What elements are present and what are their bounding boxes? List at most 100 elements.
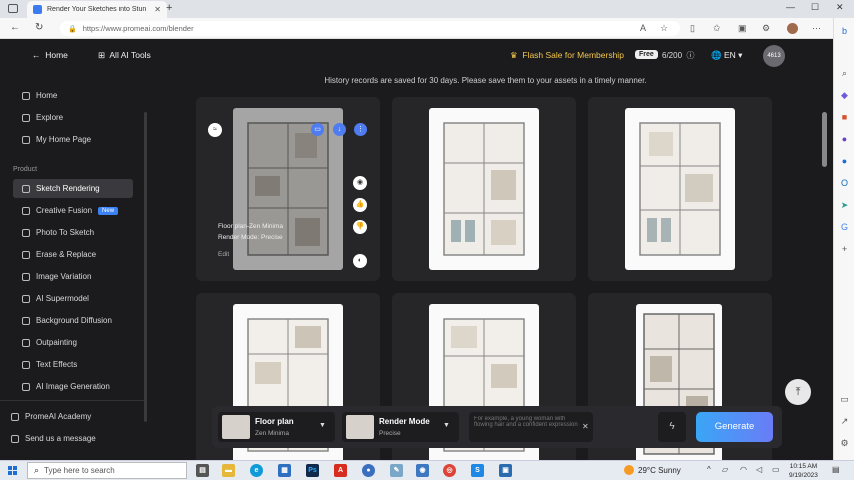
weather-text: 29°C Sunny	[638, 465, 681, 475]
language-selector[interactable]: 🌐 EN ▾	[711, 50, 742, 61]
notifications-icon[interactable]: ▤	[832, 465, 840, 474]
telegram-icon[interactable]: ➤	[839, 200, 850, 211]
weather-widget[interactable]: 29°C Sunny	[624, 465, 681, 475]
chrome-icon[interactable]: ◎	[443, 464, 456, 477]
folder-icon[interactable]: ▭	[311, 123, 324, 136]
generate-button[interactable]: Generate	[696, 412, 773, 442]
sidebar-item-my-home-page[interactable]: My Home Page	[13, 130, 133, 149]
minimize-icon[interactable]: —	[786, 2, 795, 12]
more-options-icon[interactable]: ⋮	[354, 123, 367, 136]
tab-actions-icon[interactable]	[8, 4, 18, 13]
sidebar-item-background-diffusion[interactable]: Background Diffusion	[13, 311, 133, 330]
user-avatar[interactable]: 4613	[763, 45, 785, 67]
bing-icon[interactable]: b	[839, 26, 850, 37]
view-eye-icon[interactable]: ◉	[353, 176, 367, 190]
windows-start-icon[interactable]	[8, 466, 18, 476]
flash-sale-link[interactable]: ♛ Flash Sale for Membership	[510, 50, 624, 61]
battery-icon[interactable]: ▭	[772, 465, 780, 474]
result-card[interactable]	[588, 97, 772, 281]
acrobat-icon[interactable]: A	[334, 464, 347, 477]
sidebar-item-image-variation[interactable]: Image Variation	[13, 267, 133, 286]
taskbar-search[interactable]: ⌕ Type here to search	[27, 462, 187, 479]
sidebar-item-sketch-rendering[interactable]: Sketch Rendering	[13, 179, 133, 198]
sidebar-item-text-effects[interactable]: Text Effects	[13, 355, 133, 374]
sidebar-item-send-message[interactable]: Send us a message	[2, 429, 122, 448]
sidebar-item-explore[interactable]: Explore	[13, 108, 133, 127]
tray-chevron-icon[interactable]: ^	[707, 465, 711, 474]
task-view-icon[interactable]: ▤	[196, 464, 209, 477]
sidebar-scrollbar[interactable]	[144, 112, 147, 422]
edit-link[interactable]: Edit	[218, 251, 229, 258]
page-scrollbar-thumb[interactable]	[822, 112, 827, 167]
render-mode-selector[interactable]: Render Mode Precise ▼	[342, 412, 459, 442]
download-icon[interactable]: ↓	[333, 123, 346, 136]
outlook-icon[interactable]: O	[839, 178, 850, 189]
extensions-icon[interactable]: ⚙	[762, 23, 770, 34]
new-tab-icon[interactable]: +	[166, 2, 172, 14]
prompt-input[interactable]	[474, 416, 579, 438]
edge-browser-icon[interactable]: e	[250, 464, 263, 477]
home-link[interactable]: ← Home	[32, 50, 68, 60]
sidebar-layout-icon[interactable]: ▭	[839, 394, 850, 405]
add-sidebar-icon[interactable]: +	[839, 244, 850, 255]
sidebar-item-outpainting[interactable]: Outpainting	[13, 333, 133, 352]
games-icon[interactable]: ●	[839, 134, 850, 145]
sidebar-item-photo-to-sketch[interactable]: Photo To Sketch	[13, 223, 133, 242]
read-aloud-icon[interactable]: A	[640, 23, 646, 33]
sidebar-item-erase-replace[interactable]: Erase & Replace	[13, 245, 133, 264]
search-icon[interactable]: ⌕	[839, 68, 850, 79]
app-icon[interactable]: ●	[362, 464, 375, 477]
browser-tab-active[interactable]: Render Your Sketches into Stun ✕	[27, 1, 167, 18]
sketchup-icon[interactable]: S	[471, 464, 484, 477]
camera-icon[interactable]: ◉	[416, 464, 429, 477]
sidebar-item-ai-supermodel[interactable]: AI Supermodel	[13, 289, 133, 308]
external-link-icon[interactable]: ↗	[839, 416, 850, 427]
sidebar-item-home[interactable]: Home	[13, 86, 133, 105]
close-tab-icon[interactable]: ✕	[154, 5, 161, 14]
split-screen-icon[interactable]: ▯	[690, 23, 695, 34]
maximize-icon[interactable]: ☐	[811, 2, 819, 13]
profile-avatar-icon[interactable]	[787, 23, 798, 34]
network-icon[interactable]: ▱	[722, 465, 728, 474]
page-scrollbar[interactable]	[822, 72, 827, 460]
thumbs-up-icon[interactable]: 👍	[353, 198, 367, 212]
favorites-icon[interactable]: ✩	[713, 23, 721, 34]
settings-gear-icon[interactable]: ⚙	[839, 438, 850, 449]
result-card[interactable]	[392, 97, 576, 281]
taskbar-clock[interactable]: 10:15 AM 9/19/2023	[789, 462, 818, 480]
thumbs-down-icon[interactable]: 👎	[353, 220, 367, 234]
contrast-icon[interactable]: ◐	[353, 254, 367, 268]
help-icon[interactable]: ⓘ	[686, 51, 694, 60]
close-window-icon[interactable]: ✕	[836, 2, 844, 13]
style-selector[interactable]: Floor plan Zen Minima ▼	[218, 412, 335, 442]
result-card[interactable]: ▭ ↓ ⋮ ≈ ◉ 👍 👎 ◐ Floor plan-Zen Minima Re…	[196, 97, 380, 281]
floor-plan-image[interactable]	[233, 108, 343, 270]
address-bar[interactable]: 🔒 https://www.promeai.com/blender	[60, 21, 680, 36]
sidebar-item-promeai-academy[interactable]: PromeAI Academy	[2, 407, 122, 426]
sidebar-item-ai-image-generation[interactable]: AI Image Generation	[13, 377, 133, 396]
clear-prompt-icon[interactable]: ✕	[582, 422, 589, 431]
floor-plan-image[interactable]	[429, 108, 539, 270]
more-menu-icon[interactable]: ⋯	[812, 23, 821, 34]
tools-icon[interactable]: ■	[839, 112, 850, 123]
app-window-icon[interactable]: ▣	[499, 464, 512, 477]
paint-icon[interactable]: ✎	[390, 464, 403, 477]
lightning-icon[interactable]: ϟ	[658, 412, 686, 442]
calculator-icon[interactable]: ▦	[278, 464, 291, 477]
shopping-icon[interactable]: ◆	[839, 90, 850, 101]
all-ai-tools-link[interactable]: ⊞ All AI Tools	[98, 50, 151, 61]
favorite-star-icon[interactable]: ☆	[660, 23, 668, 34]
wifi-icon[interactable]: ◠	[740, 465, 747, 474]
photoshop-icon[interactable]: Ps	[306, 464, 319, 477]
volume-icon[interactable]: ◁	[756, 465, 762, 474]
google-icon[interactable]: G	[839, 222, 850, 233]
collections-icon[interactable]: ▣	[738, 23, 747, 34]
file-explorer-icon[interactable]: ▬	[222, 464, 235, 477]
refresh-icon[interactable]: ↻	[35, 22, 43, 33]
floor-plan-image[interactable]	[625, 108, 735, 270]
compare-icon[interactable]: ≈	[208, 123, 222, 137]
back-icon[interactable]: ←	[10, 22, 20, 33]
office-icon[interactable]: ●	[839, 156, 850, 167]
sidebar-item-creative-fusion[interactable]: Creative Fusion New	[13, 201, 133, 220]
scroll-to-top-icon[interactable]: ⤒	[785, 379, 811, 405]
